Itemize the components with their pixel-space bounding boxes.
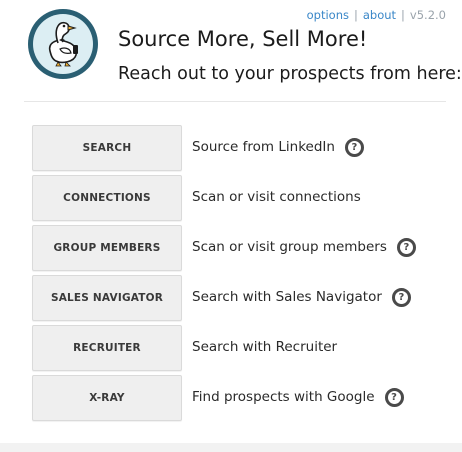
action-description: Search with Recruiter	[192, 325, 337, 369]
recruiter-description: Search with Recruiter	[192, 339, 338, 355]
action-row-sales-navigator: SALES NAVIGATOR Search with Sales Naviga…	[32, 275, 452, 321]
search-description: Source from LinkedIn	[192, 139, 335, 155]
group-members-description: Scan or visit group members	[192, 239, 387, 255]
page-subtitle: Reach out to your prospects from here:	[118, 64, 462, 84]
group-members-button[interactable]: GROUP MEMBERS	[32, 225, 182, 271]
sales-navigator-description: Search with Sales Navigator	[192, 289, 382, 305]
link-separator: |	[401, 8, 405, 22]
options-link[interactable]: options	[307, 8, 349, 22]
action-description: Find prospects with Google ?	[192, 375, 404, 419]
action-row-group-members: GROUP MEMBERS Scan or visit group member…	[32, 225, 452, 271]
action-description: Search with Sales Navigator ?	[192, 275, 411, 319]
action-row-recruiter: RECRUITER Search with Recruiter	[32, 325, 452, 371]
x-ray-button[interactable]: X-RAY	[32, 375, 182, 421]
about-link[interactable]: about	[363, 8, 396, 22]
link-separator: |	[353, 8, 358, 22]
extension-popup: options | about | v5.2.0 Source More, Sell M…	[0, 0, 462, 452]
sales-navigator-button[interactable]: SALES NAVIGATOR	[32, 275, 182, 321]
action-description: Scan or visit connections	[192, 175, 361, 219]
page-title: Source More, Sell More!	[118, 27, 368, 51]
action-description: Scan or visit group members ?	[192, 225, 416, 269]
recruiter-button[interactable]: RECRUITER	[32, 325, 182, 371]
help-icon[interactable]: ?	[391, 287, 411, 307]
connections-button[interactable]: CONNECTIONS	[32, 175, 182, 221]
action-row-x-ray: X-RAY Find prospects with Google ?	[32, 375, 452, 421]
search-button[interactable]: SEARCH	[32, 125, 182, 171]
action-description: Source from LinkedIn ?	[192, 125, 364, 169]
help-icon[interactable]: ?	[384, 387, 404, 407]
footer-bar	[0, 443, 462, 452]
action-row-connections: CONNECTIONS Scan or visit connections	[32, 175, 452, 221]
action-row-search: SEARCH Source from LinkedIn ?	[32, 125, 452, 171]
header-divider	[24, 101, 446, 102]
x-ray-description: Find prospects with Google	[192, 389, 375, 405]
action-list: SEARCH Source from LinkedIn ? CONNECTION…	[32, 125, 452, 425]
version-label: v5.2.0	[409, 8, 446, 22]
connections-description: Scan or visit connections	[192, 189, 361, 205]
help-icon[interactable]: ?	[396, 237, 416, 257]
help-icon[interactable]: ?	[344, 137, 364, 157]
header-links: options | about | v5.2.0	[307, 8, 446, 22]
duck-logo-icon	[28, 9, 98, 79]
